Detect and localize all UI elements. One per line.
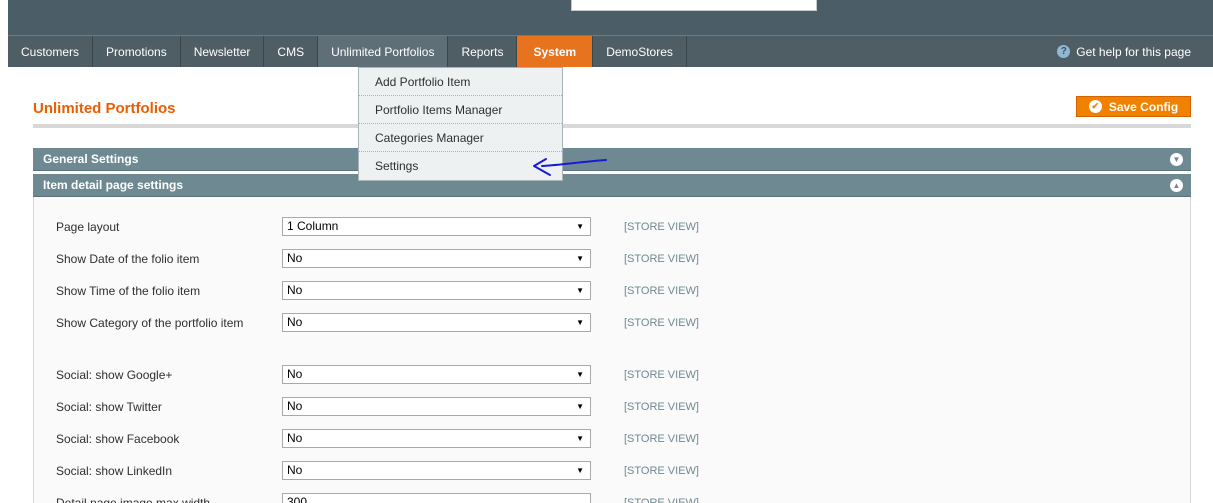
scope-label: [STORE VIEW] bbox=[624, 433, 699, 445]
facebook-select[interactable]: No ▼ bbox=[282, 429, 591, 448]
help-link[interactable]: ? Get help for this page bbox=[1057, 36, 1191, 67]
select-value: No bbox=[287, 399, 303, 413]
menu-item-portfolio-manager[interactable]: Portfolio Items Manager bbox=[359, 96, 562, 124]
dropdown-arrow-icon: ▼ bbox=[576, 222, 584, 231]
expand-icon[interactable]: ▼ bbox=[1170, 153, 1183, 166]
dropdown-arrow-icon: ▼ bbox=[576, 434, 584, 443]
nav-customers[interactable]: Customers bbox=[8, 36, 94, 67]
dropdown-arrow-icon: ▼ bbox=[576, 466, 584, 475]
collapse-icon[interactable]: ▲ bbox=[1170, 179, 1183, 192]
menu-item-add-portfolio[interactable]: Add Portfolio Item bbox=[359, 68, 562, 96]
google-plus-select[interactable]: No ▼ bbox=[282, 365, 591, 384]
select-value: No bbox=[287, 367, 303, 381]
nav-reports[interactable]: Reports bbox=[448, 36, 518, 67]
nav-cms[interactable]: CMS bbox=[264, 36, 319, 67]
field-label-facebook: Social: show Facebook bbox=[56, 432, 180, 446]
scope-label: [STORE VIEW] bbox=[624, 285, 699, 297]
settings-form: Page layout 1 Column ▼ [STORE VIEW] Show… bbox=[33, 197, 1191, 503]
show-time-select[interactable]: No ▼ bbox=[282, 281, 591, 300]
checkmark-icon: ✔ bbox=[1088, 100, 1102, 113]
dropdown-arrow-icon: ▼ bbox=[576, 286, 584, 295]
field-label-twitter: Social: show Twitter bbox=[56, 400, 162, 414]
title-divider bbox=[33, 124, 1191, 128]
menu-item-categories-manager[interactable]: Categories Manager bbox=[359, 124, 562, 152]
scope-label: [STORE VIEW] bbox=[624, 497, 699, 503]
nav-newsletter[interactable]: Newsletter bbox=[181, 36, 265, 67]
scope-label: [STORE VIEW] bbox=[624, 253, 699, 265]
dropdown-arrow-icon: ▼ bbox=[576, 370, 584, 379]
nav-promotions[interactable]: Promotions bbox=[93, 36, 181, 67]
page-layout-select[interactable]: 1 Column ▼ bbox=[282, 217, 591, 236]
select-value: No bbox=[287, 463, 303, 477]
section-detail-title: Item detail page settings bbox=[43, 178, 184, 192]
section-item-detail-settings[interactable]: Item detail page settings ▲ bbox=[33, 174, 1191, 197]
field-label-show-category: Show Category of the portfolio item bbox=[56, 316, 244, 330]
field-label-show-date: Show Date of the folio item bbox=[56, 252, 200, 266]
scope-label: [STORE VIEW] bbox=[624, 401, 699, 413]
field-label-google-plus: Social: show Google+ bbox=[56, 368, 173, 382]
save-label: Save Config bbox=[1108, 99, 1179, 114]
field-label-page-layout: Page layout bbox=[56, 220, 120, 234]
select-value: No bbox=[287, 251, 303, 265]
show-category-select[interactable]: No ▼ bbox=[282, 313, 591, 332]
header-edge bbox=[0, 0, 8, 35]
nav-unlimited-portfolios[interactable]: Unlimited Portfolios bbox=[318, 36, 449, 67]
field-label-image-max-width: Detail page image max width bbox=[56, 496, 211, 503]
select-value: 1 Column bbox=[287, 219, 339, 233]
annotation-arrow bbox=[533, 158, 607, 176]
save-config-button[interactable]: ✔ Save Config bbox=[1076, 96, 1191, 117]
nav-system[interactable]: System bbox=[517, 36, 594, 67]
show-date-select[interactable]: No ▼ bbox=[282, 249, 591, 268]
scope-label: [STORE VIEW] bbox=[624, 465, 699, 477]
dropdown-arrow-icon: ▼ bbox=[576, 318, 584, 327]
select-value: No bbox=[287, 283, 303, 297]
select-value: No bbox=[287, 315, 303, 329]
header-search-box[interactable] bbox=[571, 0, 817, 11]
select-value: No bbox=[287, 431, 303, 445]
scope-label: [STORE VIEW] bbox=[624, 221, 699, 233]
dropdown-arrow-icon: ▼ bbox=[576, 402, 584, 411]
main-nav: Customers Promotions Newsletter CMS Unli… bbox=[8, 35, 1213, 67]
dropdown-arrow-icon: ▼ bbox=[576, 254, 584, 263]
section-general-title: General Settings bbox=[43, 152, 139, 166]
scope-label: [STORE VIEW] bbox=[624, 369, 699, 381]
field-label-show-time: Show Time of the folio item bbox=[56, 284, 201, 298]
linkedin-select[interactable]: No ▼ bbox=[282, 461, 591, 480]
image-max-width-input[interactable]: 300 bbox=[282, 493, 591, 503]
question-icon: ? bbox=[1057, 45, 1071, 58]
page-title: Unlimited Portfolios bbox=[33, 100, 176, 117]
nav-demostores[interactable]: DemoStores bbox=[593, 36, 687, 67]
help-label: Get help for this page bbox=[1076, 44, 1191, 59]
twitter-select[interactable]: No ▼ bbox=[282, 397, 591, 416]
field-label-linkedin: Social: show LinkedIn bbox=[56, 464, 173, 478]
scope-label: [STORE VIEW] bbox=[624, 317, 699, 329]
section-general-settings[interactable]: General Settings ▼ bbox=[33, 148, 1191, 171]
